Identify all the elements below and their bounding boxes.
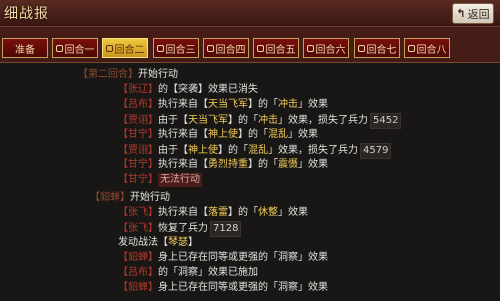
back-arrow-icon: ↰ — [456, 7, 466, 20]
tab-prepare[interactable]: 准备 — [2, 38, 48, 58]
tab-round-3[interactable]: 回合三 — [153, 38, 199, 58]
tab-round-4[interactable]: 回合四 — [203, 38, 249, 58]
tab-round-7[interactable]: 回合七 — [354, 38, 400, 58]
round-icon — [206, 44, 214, 52]
back-button[interactable]: ↰ 返回 — [452, 3, 494, 24]
log-line: 【貂蝉】开始行动 — [90, 192, 170, 203]
title-bar: 细战报 ↰ 返回 — [0, 0, 500, 27]
log-line: 【甘宁】执行来自【勇烈持重】的「震慑」效果 — [118, 159, 328, 170]
round-icon — [306, 44, 314, 52]
round-icon — [256, 44, 264, 52]
tab-round-8[interactable]: 回合八 — [404, 38, 450, 58]
tab-round-1[interactable]: 回合一 — [52, 38, 98, 58]
tab-round-2[interactable]: 回合二 — [102, 38, 148, 58]
tab-round-5[interactable]: 回合五 — [253, 38, 299, 58]
round-icon — [55, 44, 63, 52]
log-line: 【贾诩】由于【神上使】的「混乱」效果，损失了兵力 4579 — [118, 143, 392, 159]
log-line: 【张辽】的【突袭】效果已消失 — [118, 84, 258, 95]
round-icon — [407, 44, 415, 52]
log-line: 【第二回合】开始行动 — [78, 69, 178, 80]
battle-report-window: 细战报 ↰ 返回 准备 回合一 回合二 回合三 回合四 回合五 回合六 回合七 … — [0, 0, 500, 301]
log-line: 发动战法【琴瑟】 — [118, 237, 198, 248]
back-label: 返回 — [467, 7, 490, 21]
round-icon — [156, 44, 164, 52]
round-tabs: 准备 回合一 回合二 回合三 回合四 回合五 回合六 回合七 回合八 — [0, 38, 500, 60]
log-line: 【甘宁】 无法行动 — [118, 173, 202, 187]
log-line: 【张飞】执行来自【落雷】的「休整」效果 — [118, 207, 308, 218]
log-line: 【贾诩】由于【天当飞军】的「冲击」效果，损失了兵力 5452 — [118, 113, 402, 129]
tab-round-6[interactable]: 回合六 — [303, 38, 349, 58]
log-line: 【貂蝉】身上已存在同等或更强的「洞察」效果 — [118, 282, 328, 293]
log-line: 【甘宁】执行来自【神上使】的「混乱」效果 — [118, 129, 318, 140]
log-line: 【吕布】执行来自【天当飞军】的「冲击」效果 — [118, 99, 328, 110]
log-line: 【貂蝉】身上已存在同等或更强的「洞察」效果 — [118, 252, 328, 263]
round-icon — [105, 44, 113, 52]
battle-log[interactable]: 【第二回合】开始行动 【张辽】的【突袭】效果已消失 【吕布】执行来自【天当飞军】… — [0, 62, 500, 301]
log-line: 【吕布】的「洞察」效果已施加 — [118, 267, 258, 278]
log-line: 【张飞】恢复了兵力 7128 — [118, 221, 242, 237]
round-icon — [357, 44, 365, 52]
window-title: 细战报 — [4, 6, 49, 22]
